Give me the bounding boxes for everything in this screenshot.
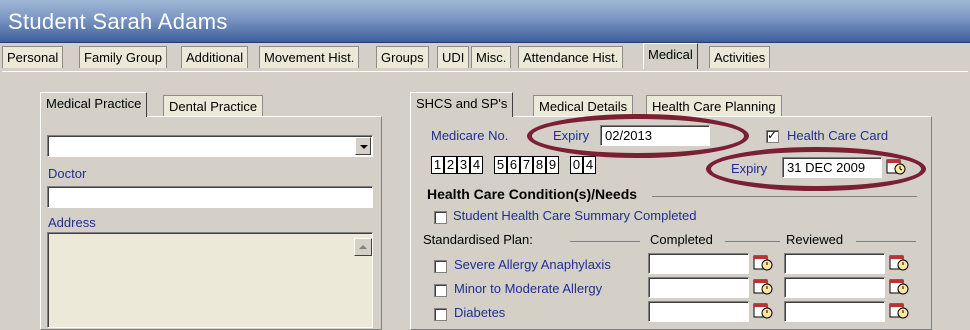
plan-completed-field[interactable]	[648, 277, 749, 298]
plan-checkbox[interactable]	[434, 284, 447, 297]
divider	[856, 241, 916, 242]
hcc-expiry-label: Expiry	[731, 161, 768, 176]
medicare-expiry-field[interactable]: 02/2013	[600, 125, 710, 146]
plan-completed-field[interactable]	[648, 253, 749, 274]
health-care-card-checkbox[interactable]	[766, 128, 779, 143]
health-care-card-label: Health Care Card	[787, 128, 889, 143]
calendar-icon[interactable]	[889, 278, 909, 296]
medicare-digit[interactable]: 4	[470, 156, 483, 174]
medicare-digit[interactable]: 0	[570, 156, 583, 174]
doctor-field[interactable]	[47, 186, 373, 208]
tab-groups[interactable]: Groups	[376, 46, 429, 68]
plan-label: Diabetes	[454, 305, 506, 320]
plan-reviewed-field[interactable]	[784, 277, 885, 298]
plan-label: Minor to Moderate Allergy	[454, 281, 603, 296]
plan-checkbox[interactable]	[434, 260, 447, 273]
tab-panel-border	[2, 71, 968, 72]
divider	[570, 241, 640, 242]
divider	[725, 241, 780, 242]
tab-medical-practice[interactable]: Medical Practice	[40, 92, 148, 117]
window-title: Student Sarah Adams	[8, 9, 228, 34]
medicare-digit[interactable]: 3	[457, 156, 470, 174]
tab-movement-hist[interactable]: Movement Hist.	[259, 46, 360, 68]
plan-label: Severe Allergy Anaphylaxis	[454, 257, 611, 272]
medical-practice-combo[interactable]	[47, 135, 373, 157]
medicare-digit[interactable]: 8	[533, 156, 546, 174]
tab-medical-details[interactable]: Medical Details	[533, 95, 634, 117]
tab-medical[interactable]: Medical	[643, 43, 698, 69]
tab-family-group[interactable]: Family Group	[79, 46, 168, 68]
standardised-plan-label: Standardised Plan:	[423, 232, 533, 247]
summary-label: Student Health Care Summary Completed	[453, 208, 697, 223]
hcc-expiry-field[interactable]: 31 DEC 2009	[782, 157, 882, 178]
window-title-bar: Student Sarah Adams	[0, 0, 970, 43]
calendar-icon[interactable]	[889, 254, 909, 272]
medicare-number-label: Medicare No.	[431, 128, 509, 143]
medicare-digit[interactable]: 9	[546, 156, 559, 174]
tab-health-care-planning[interactable]: Health Care Planning	[646, 95, 782, 117]
plan-completed-field[interactable]	[648, 301, 749, 322]
chevron-down-icon[interactable]	[355, 137, 371, 155]
tab-udi[interactable]: UDI	[437, 46, 470, 68]
summary-checkbox[interactable]	[434, 211, 447, 224]
section-title: Health Care Condition(s)/Needs	[427, 186, 638, 202]
medicare-digit[interactable]: 5	[494, 156, 507, 174]
calendar-icon[interactable]	[753, 254, 773, 272]
section-divider	[652, 196, 917, 197]
calendar-icon[interactable]	[753, 278, 773, 296]
plan-reviewed-field[interactable]	[784, 301, 885, 322]
completed-header: Completed	[650, 232, 713, 247]
plan-reviewed-field[interactable]	[784, 253, 885, 274]
reviewed-header: Reviewed	[786, 232, 844, 247]
medicare-expiry-label: Expiry	[553, 128, 590, 143]
scroll-up-icon[interactable]	[354, 238, 372, 256]
calendar-icon[interactable]	[753, 302, 773, 320]
tab-dental-practice[interactable]: Dental Practice	[163, 95, 264, 117]
medicare-digit[interactable]: 6	[507, 156, 520, 174]
main-tab-strip: Personal Family Group Additional Movemen…	[0, 43, 970, 72]
address-field[interactable]	[47, 232, 373, 328]
tab-activities[interactable]: Activities	[709, 46, 771, 68]
tab-shcs-and-sps[interactable]: SHCS and SP's	[410, 92, 514, 117]
medicare-digit[interactable]: 4	[583, 156, 596, 174]
address-label: Address	[48, 215, 96, 230]
tab-additional[interactable]: Additional	[181, 46, 249, 68]
plan-checkbox[interactable]	[434, 308, 447, 321]
doctor-label: Doctor	[48, 166, 87, 181]
medicare-digit[interactable]: 2	[444, 156, 457, 174]
tab-misc[interactable]: Misc.	[471, 46, 512, 68]
calendar-icon[interactable]	[886, 158, 906, 176]
calendar-icon[interactable]	[889, 302, 909, 320]
medicare-digit[interactable]: 1	[431, 156, 444, 174]
medicare-digit[interactable]: 7	[520, 156, 533, 174]
tab-attendance-hist[interactable]: Attendance Hist.	[518, 46, 624, 68]
tab-personal[interactable]: Personal	[2, 46, 64, 68]
address-scrollbar[interactable]	[354, 234, 372, 326]
